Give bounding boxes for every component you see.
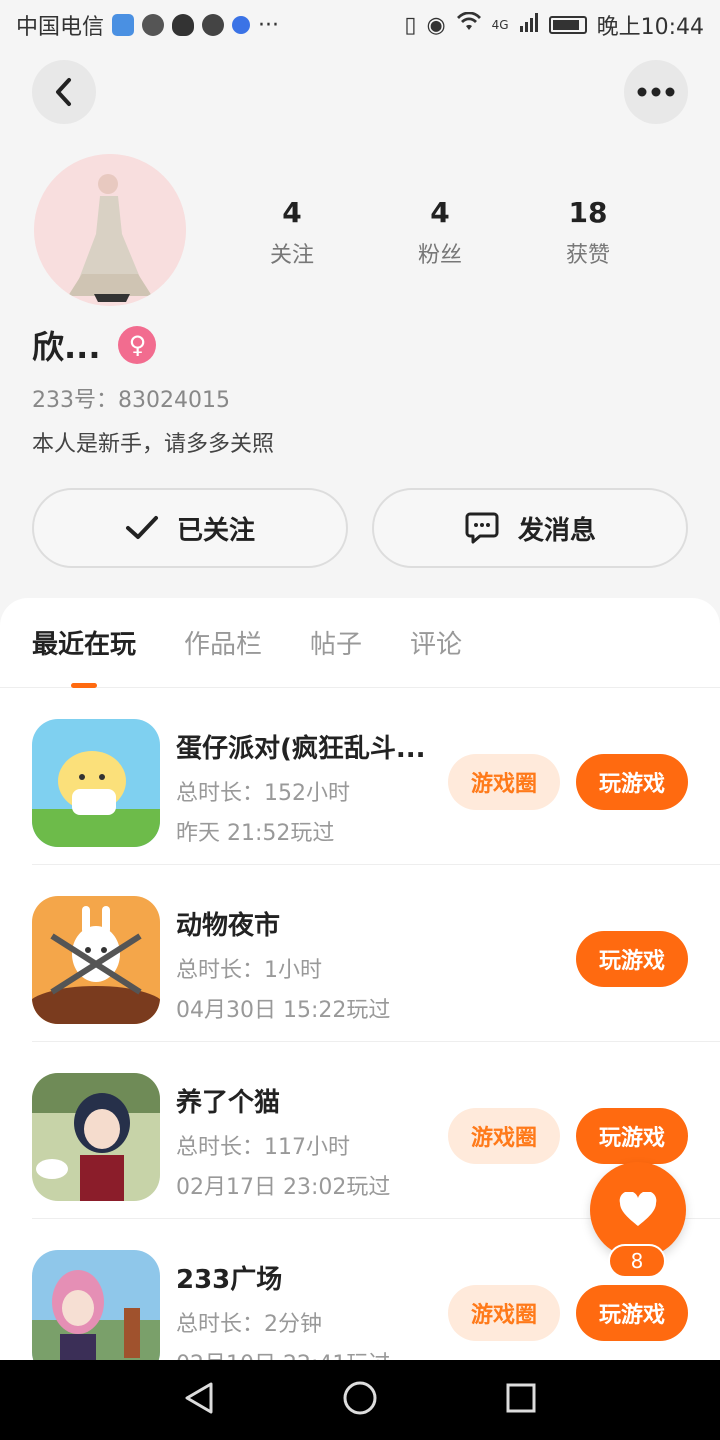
nav-back-button[interactable] [183,1381,215,1419]
game-icon-233-plaza[interactable] [32,1250,160,1360]
stat-label: 关注 [269,243,314,268]
back-button[interactable] [32,60,96,124]
profile-stats: 4 关注 4 粉丝 18 获赞 [218,196,662,269]
game-info: 动物夜市 总时长：1小时 04月30日 15:22玩过 [176,905,390,1024]
game-circle-button[interactable]: 游戏圈 [448,754,560,810]
vibrate-icon: ▯ [404,12,417,38]
game-icon-eggy-party[interactable] [32,719,160,847]
wechat-icon [142,14,165,36]
stat-value: 4 [282,196,302,229]
nav-recents-button[interactable] [505,1382,537,1418]
play-game-button[interactable]: 玩游戏 [576,754,688,810]
user-id: 233号：83024015 [32,388,230,413]
game-name: 233广场 [176,1265,283,1295]
heart-icon [619,1192,657,1226]
followed-label: 已关注 [176,515,255,546]
tab-posts[interactable]: 帖子 [310,598,362,688]
user-bio: 本人是新手，请多多关照 [32,432,275,457]
send-message-label: 发消息 [517,515,596,546]
game-last-played: 02月10日 22:41玩过 [176,1346,390,1360]
triangle-back-icon [185,1382,213,1414]
more-button[interactable] [624,60,688,124]
battery-icon [548,16,587,34]
stat-value: 4 [430,196,450,229]
signal-icon [519,12,539,38]
game-name: 养了个猫 [176,1088,281,1118]
system-nav-bar [0,1360,720,1440]
nickname: 欣... [32,328,101,366]
tab-works[interactable]: 作品栏 [184,598,262,688]
stat-followers[interactable]: 4 粉丝 [366,196,514,269]
stat-likes[interactable]: 18 获赞 [514,196,662,269]
send-message-button[interactable]: 发消息 [372,488,688,568]
stat-following[interactable]: 4 关注 [218,196,366,269]
more-notifications-icon: ··· [258,12,279,38]
stat-label: 粉丝 [417,243,462,268]
game-duration: 总时长：2分钟 [176,1312,322,1337]
game-item[interactable]: 动物夜市 总时长：1小时 04月30日 15:22玩过 玩游戏 [32,865,720,1042]
carrier-label: 中国电信 [16,15,105,40]
stat-label: 获赞 [565,243,610,268]
game-icon-animal-night-market[interactable] [32,896,160,1024]
game-duration: 总时长：117小时 [176,1135,350,1160]
game-icon-raise-a-cat[interactable] [32,1073,160,1201]
game-name: 动物夜市 [176,911,281,941]
message-bubble-icon [465,512,499,544]
game-duration: 总时长：1小时 [176,958,322,983]
circle-home-icon [343,1381,377,1415]
game-info: 233广场 总时长：2分钟 02月10日 22:41玩过 [176,1259,390,1360]
game-name: 蛋仔派对(疯狂乱斗... [176,734,426,764]
wifi-icon [456,11,482,38]
browser-icon [232,16,251,34]
game-circle-button[interactable]: 游戏圈 [448,1108,560,1164]
square-recents-icon [506,1383,536,1413]
shield-app-icon [112,14,135,36]
tab-bar: 最近在玩 作品栏 帖子 评论 [0,598,720,688]
game-circle-button[interactable]: 游戏圈 [448,1285,560,1341]
chat-bubble-icon [202,14,225,36]
game-duration: 总时长：152小时 [176,781,350,806]
status-bar: 中国电信 ··· ▯ ◉ 4G 晚上10:44 [0,0,720,50]
qq-icon [172,14,195,36]
game-item[interactable]: 蛋仔派对(疯狂乱斗... 总时长：152小时 昨天 21:52玩过 游戏圈 玩游… [32,688,720,865]
play-game-button[interactable]: 玩游戏 [576,1285,688,1341]
checkmark-icon [125,516,158,539]
play-game-button[interactable]: 玩游戏 [576,931,688,987]
chevron-left-icon [56,78,71,106]
avatar[interactable] [34,154,186,306]
game-last-played: 04月30日 15:22玩过 [176,998,391,1023]
nickname-row: 欣... ♀ [32,322,157,368]
network-type-label: 4G [491,18,509,32]
female-gender-icon: ♀ [118,326,157,364]
more-dots-icon [637,87,675,97]
game-info: 养了个猫 总时长：117小时 02月17日 23:02玩过 [176,1082,390,1201]
like-count-badge: 8 [608,1244,666,1278]
nav-home-button[interactable] [342,1380,378,1420]
tab-comments[interactable]: 评论 [410,598,462,688]
clock-label: 晚上10:44 [596,15,704,40]
game-last-played: 02月17日 23:02玩过 [176,1175,391,1200]
stat-value: 18 [568,196,608,229]
eye-icon: ◉ [426,12,446,38]
tab-recently-played[interactable]: 最近在玩 [32,598,136,688]
play-game-button[interactable]: 玩游戏 [576,1108,688,1164]
game-last-played: 昨天 21:52玩过 [176,821,335,846]
game-info: 蛋仔派对(疯狂乱斗... 总时长：152小时 昨天 21:52玩过 [176,728,426,847]
followed-button[interactable]: 已关注 [32,488,348,568]
